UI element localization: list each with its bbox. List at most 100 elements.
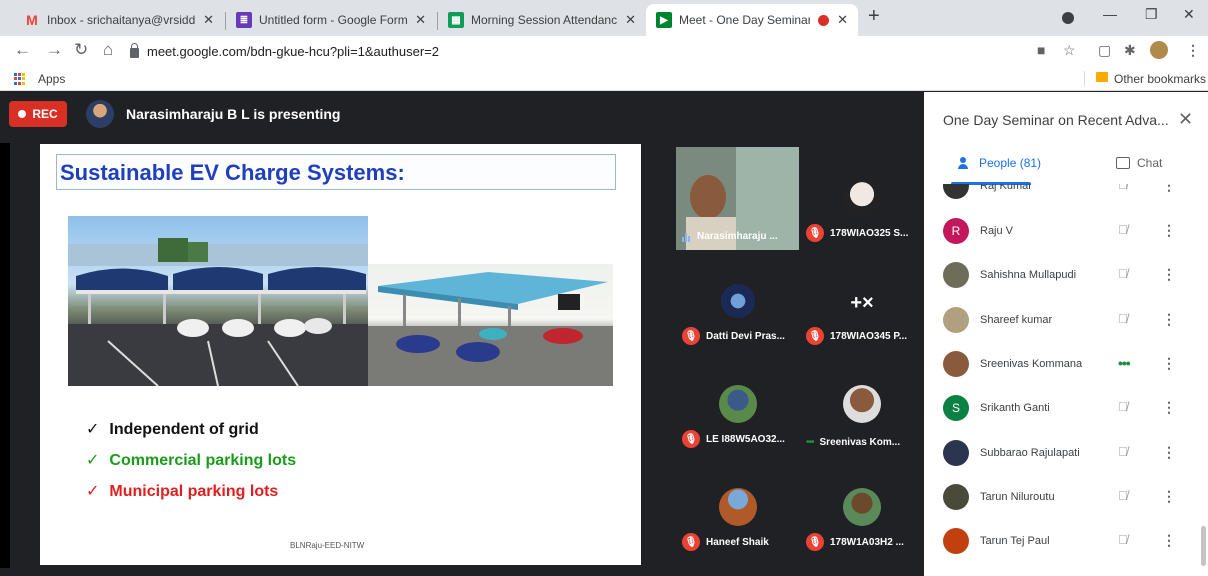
participant-tile[interactable]: 🎙 Haneef Shaik <box>676 456 799 559</box>
participant-tile[interactable]: ••• Sreenivas Kom... <box>800 353 923 456</box>
participant-name: Tarun Tej Paul <box>980 535 1050 547</box>
mic-off-icon: 🎙̸ <box>1118 266 1128 281</box>
record-dot-icon <box>18 110 27 118</box>
participant-tile[interactable]: +× 🎙 178WIAO345 P... <box>800 250 923 353</box>
list-item[interactable]: Tarun Tej Paul 🎙̸ ⋮ <box>924 521 1208 565</box>
recording-indicator-icon <box>818 14 830 26</box>
avatar <box>943 184 969 199</box>
mic-off-icon: 🎙 <box>806 224 824 242</box>
minimize-icon[interactable]: — <box>1103 6 1117 22</box>
close-icon[interactable]: ✕ <box>625 12 636 28</box>
mic-off-icon: 🎙 <box>806 327 824 345</box>
active-dots-icon: ••• <box>1118 355 1131 371</box>
participant-tile[interactable]: Narasimharaju ... <box>676 147 799 250</box>
presenter-avatar <box>86 100 114 128</box>
participant-tile[interactable]: 🎙 Datti Devi Pras... <box>676 250 799 353</box>
tab-title: Untitled form - Google Forms <box>259 13 408 27</box>
profile-dot-icon[interactable] <box>1062 12 1074 24</box>
people-panel: One Day Seminar on Recent Adva... ✕ Peop… <box>924 92 1208 576</box>
close-panel-icon[interactable]: ✕ <box>1178 109 1193 130</box>
more-options-icon[interactable]: ⋮ <box>1162 488 1176 505</box>
list-item[interactable]: Tarun Niluroutu 🎙̸ ⋮ <box>924 477 1208 521</box>
recording-badge[interactable]: REC <box>9 101 67 127</box>
chat-tab-label: Chat <box>1137 156 1163 170</box>
people-tab-label: People (81) <box>979 156 1042 170</box>
address-bar[interactable]: meet.google.com/bdn-gkue-hcu?pli=1&authu… <box>130 39 1000 63</box>
mic-off-icon: 🎙 <box>682 533 700 551</box>
participant-tile[interactable]: 🎙 LE I88W5AO32... <box>676 353 799 456</box>
close-icon[interactable]: ✕ <box>837 12 848 28</box>
slide-bullet: ✓ Municipal parking lots <box>86 483 279 500</box>
avatar <box>943 440 969 466</box>
puzzle-icon[interactable]: ✱ <box>1124 42 1136 59</box>
chat-icon <box>1116 157 1130 169</box>
sheets-icon: ▦ <box>448 12 464 28</box>
mic-off-icon: 🎙 <box>806 533 824 551</box>
participant-tile[interactable]: 🎙 178W1A03H2 ... <box>800 456 923 559</box>
bookmark-star-icon[interactable]: ☆ <box>1063 42 1076 59</box>
participant-avatar <box>843 179 881 217</box>
tab-strip: M Inbox - srichaitanya@vrsiddharth ✕ ≣ U… <box>0 0 1208 36</box>
panel-scrollbar[interactable] <box>1201 526 1206 566</box>
apps-link[interactable]: Apps <box>38 72 65 86</box>
people-icon <box>958 157 974 169</box>
participant-name: Sreenivas Kommana <box>980 358 1083 370</box>
tab-title: Morning Session Attendance - G <box>471 13 618 27</box>
active-dots-icon: ••• <box>806 437 814 448</box>
solar-carport-photo <box>68 216 368 386</box>
participant-name: Tarun Niluroutu <box>980 491 1055 503</box>
avatar <box>943 307 969 333</box>
participant-name: Raju V <box>980 225 1014 237</box>
more-options-icon[interactable]: ⋮ <box>1162 399 1176 416</box>
close-icon[interactable]: ✕ <box>203 12 214 28</box>
more-options-icon[interactable]: ⋮ <box>1162 184 1176 194</box>
participant-avatar <box>719 385 757 423</box>
camera-icon[interactable]: ■ <box>1037 42 1045 58</box>
participant-avatar <box>719 488 757 526</box>
back-icon[interactable]: ← <box>14 40 31 60</box>
more-options-icon[interactable]: ⋮ <box>1162 355 1176 372</box>
reload-icon[interactable]: ↻ <box>74 40 88 60</box>
more-options-icon[interactable]: ⋮ <box>1162 532 1176 549</box>
extension-icon[interactable]: ▢ <box>1098 42 1111 59</box>
window-close-icon[interactable]: ✕ <box>1183 6 1195 23</box>
more-options-icon[interactable]: ⋮ <box>1162 222 1176 239</box>
participant-name: Srikanth Ganti <box>980 402 1050 414</box>
tab-people[interactable]: People (81) <box>958 156 1041 170</box>
list-item[interactable]: Subbarao Rajulapati 🎙̸ ⋮ <box>924 433 1208 477</box>
list-item[interactable]: S Srikanth Ganti 🎙̸ ⋮ <box>924 388 1208 432</box>
other-bookmarks-link[interactable]: Other bookmarks <box>1114 72 1206 86</box>
more-options-icon[interactable]: ⋮ <box>1162 444 1176 461</box>
speaking-icon <box>682 232 691 242</box>
more-options-icon[interactable]: ⋮ <box>1162 266 1176 283</box>
tab-chat[interactable]: Chat <box>1116 156 1162 170</box>
list-item[interactable]: R Raju V 🎙̸ ⋮ <box>924 211 1208 255</box>
meet-stage: REC Narasimharaju B L is presenting Sust… <box>0 92 924 576</box>
forward-icon[interactable]: → <box>46 40 63 60</box>
bookmarks-bar: Apps Other bookmarks <box>0 66 1208 91</box>
tab-forms[interactable]: ≣ Untitled form - Google Forms ✕ <box>226 4 436 36</box>
list-item[interactable]: Sreenivas Kommana ••• ⋮ <box>924 344 1208 388</box>
charging-station-render <box>368 264 613 386</box>
more-options-icon[interactable]: ⋮ <box>1162 311 1176 328</box>
list-item[interactable]: Sahishna Mullapudi 🎙̸ ⋮ <box>924 255 1208 299</box>
new-tab-button[interactable]: + <box>868 5 880 28</box>
mic-off-icon: 🎙̸ <box>1118 399 1128 414</box>
close-icon[interactable]: ✕ <box>415 12 426 28</box>
tab-meet[interactable]: ▶ Meet - One Day Seminar on ✕ <box>646 4 858 36</box>
mic-off-icon: 🎙 <box>682 430 700 448</box>
avatar: S <box>943 395 969 421</box>
participant-list: Raj Kumar 🎙̸ ⋮ R Raju V 🎙̸ ⋮ Sahishna Mu… <box>924 184 1208 576</box>
list-item[interactable]: Raj Kumar 🎙̸ ⋮ <box>924 184 1208 210</box>
restore-icon[interactable]: ❐ <box>1145 6 1158 23</box>
menu-icon[interactable]: ⋮ <box>1186 42 1200 59</box>
tab-sheets[interactable]: ▦ Morning Session Attendance - G ✕ <box>438 4 646 36</box>
participant-tile[interactable]: 🎙 178WIAO325 S... <box>800 147 923 250</box>
list-item[interactable]: Shareef kumar 🎙̸ ⋮ <box>924 300 1208 344</box>
apps-grid-icon[interactable] <box>14 73 26 85</box>
home-icon[interactable]: ⌂ <box>103 40 113 60</box>
tab-title: Meet - One Day Seminar on <box>679 13 811 27</box>
participant-avatar <box>721 284 755 318</box>
tab-gmail[interactable]: M Inbox - srichaitanya@vrsiddharth ✕ <box>14 4 224 36</box>
profile-avatar[interactable] <box>1150 41 1168 59</box>
